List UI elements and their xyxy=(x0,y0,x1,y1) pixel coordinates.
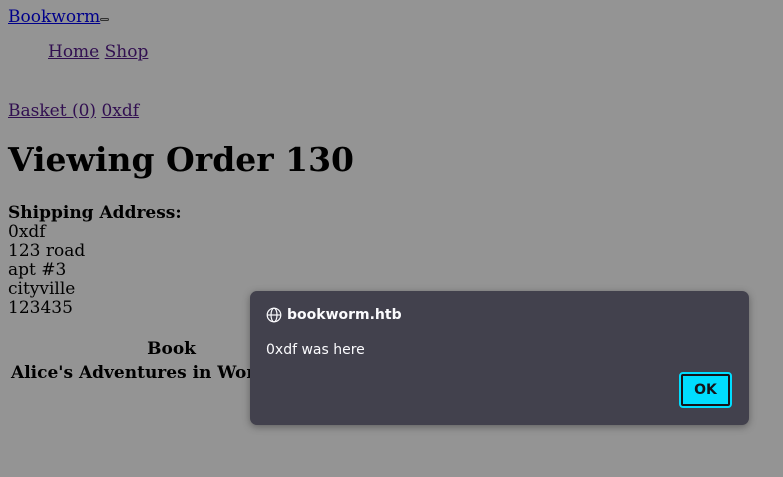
dialog-header: bookworm.htb xyxy=(266,307,402,323)
alert-dialog: bookworm.htb 0xdf was here OK xyxy=(250,291,749,425)
ok-button[interactable]: OK xyxy=(679,372,732,408)
dialog-origin: bookworm.htb xyxy=(287,307,402,323)
globe-icon xyxy=(266,307,282,323)
dialog-message: 0xdf was here xyxy=(266,342,365,358)
